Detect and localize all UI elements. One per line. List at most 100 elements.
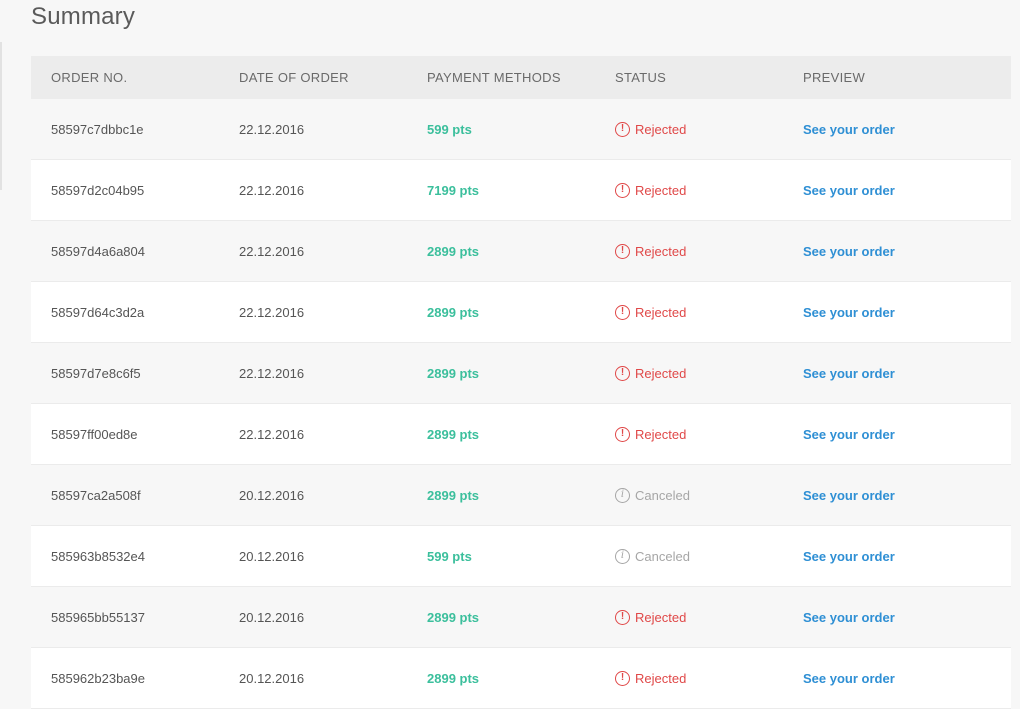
order-date-cell: 20.12.2016: [219, 586, 407, 648]
see-your-order-link[interactable]: See your order: [803, 488, 895, 503]
order-number-cell: 58597d64c3d2a: [31, 281, 219, 343]
payment-cell: 2899 pts: [407, 403, 595, 465]
preview-cell: See your order: [783, 403, 1011, 465]
order-number-cell: 58597d4a6a804: [31, 220, 219, 282]
order-date-cell: 22.12.2016: [219, 342, 407, 404]
alert-circle-icon: !: [615, 365, 630, 381]
order-number-cell-text: 58597d2c04b95: [51, 182, 145, 198]
status-badge: ! Rejected: [615, 609, 687, 625]
status-label: Rejected: [635, 426, 687, 442]
table-row: 585962b23ba9e 20.12.2016 2899 pts! Rejected…: [31, 647, 1011, 709]
order-date-cell: 20.12.2016: [219, 464, 407, 526]
payment-cell: 2899 pts: [407, 586, 595, 648]
payment-cell-text: 2899 pts: [427, 426, 480, 442]
info-circle-icon: i: [615, 548, 630, 564]
alert-circle-icon: !: [615, 670, 630, 686]
orders-body: 58597c7dbbc1e 22.12.2016 599 pts! Rejected S…: [31, 99, 1011, 709]
see-your-order-link[interactable]: See your order: [803, 671, 895, 686]
see-your-order-link[interactable]: See your order: [803, 122, 895, 137]
status-cell: ! Rejected: [595, 342, 783, 404]
preview-cell: See your order: [783, 342, 1011, 404]
status-badge: ! Rejected: [615, 121, 687, 137]
table-row: 58597d2c04b95 22.12.2016 7199 pts ! Rejected…: [31, 159, 1011, 221]
preview-cell: See your order: [783, 99, 1011, 160]
status-badge: ! Rejected: [615, 426, 687, 442]
status-label: Rejected: [635, 121, 687, 137]
order-number-cell: 585962b23ba9e: [31, 647, 219, 709]
status-label: Rejected: [635, 670, 687, 686]
payment-cell: 599 pts: [407, 99, 595, 160]
see-your-order-link[interactable]: See your order: [803, 305, 895, 320]
payment-cell-text: 2899 pts: [427, 365, 480, 381]
order-date-cell-text: 22.12.2016: [239, 121, 305, 137]
payment-cell-text: 2899 pts: [427, 304, 480, 320]
order-number-cell-text: 585963b8532e4: [51, 548, 145, 564]
order-date-cell: 20.12.2016: [219, 525, 407, 587]
see-your-order-link[interactable]: See your order: [803, 183, 895, 198]
alert-circle-icon: !: [615, 304, 630, 320]
alert-circle-icon: !: [615, 609, 630, 625]
preview-cell: See your order: [783, 220, 1011, 282]
table-row: 585965bb55137 20.12.2016 2899 pts! Rejected…: [31, 586, 1011, 648]
order-date-cell-text: 22.12.2016: [239, 243, 305, 259]
see-your-order-link[interactable]: See your order: [803, 610, 895, 625]
order-date-cell-text: 22.12.2016: [239, 304, 305, 320]
order-number-cell-text: 58597d7e8c6f5: [51, 365, 141, 381]
order-number-cell: 58597d7e8c6f5: [31, 342, 219, 404]
status-badge: ! Rejected: [615, 365, 686, 381]
header-status: STATUS: [595, 56, 783, 99]
order-number-cell-text: 585962b23ba9e: [51, 670, 145, 686]
order-number-cell-text: 58597d64c3d2a: [51, 304, 145, 320]
order-number-cell: 58597c7dbbc1e: [31, 99, 219, 160]
status-label: Rejected: [635, 243, 687, 259]
order-date-cell: 20.12.2016: [219, 647, 407, 709]
order-date-cell: 22.12.2016: [219, 403, 407, 465]
see-your-order-link[interactable]: See your order: [803, 427, 895, 442]
payment-cell-text: 2899 pts: [427, 487, 480, 503]
order-number-cell-text: 58597ca2a508f: [51, 487, 141, 503]
alert-circle-icon: !: [615, 243, 630, 259]
payment-cell-text: 599 pts: [427, 548, 472, 564]
left-divider: [0, 42, 2, 190]
order-date-cell: 22.12.2016: [219, 281, 407, 343]
table-row: 585963b8532e4 20.12.2016 599 pts i Canceled S…: [31, 525, 1011, 587]
orders-table: ORDER NO. DATE OF ORDER PAYMENT METHODS …: [31, 56, 1011, 709]
table-row: 58597d64c3d2a 22.12.2016 2899 pts! Rejected…: [31, 281, 1011, 343]
order-number-cell: 58597ca2a508f: [31, 464, 219, 526]
table-row: 58597d4a6a804 22.12.2016 2899 pts! Rejected…: [31, 220, 1011, 282]
payment-cell: 2899 pts: [407, 281, 595, 343]
preview-cell: See your order: [783, 464, 1011, 526]
alert-circle-icon: !: [615, 182, 630, 198]
table-header-row: ORDER NO. DATE OF ORDER PAYMENT METHODS …: [31, 56, 1011, 99]
status-badge: i Canceled: [615, 487, 690, 503]
see-your-order-link[interactable]: See your order: [803, 549, 895, 564]
preview-cell: See your order: [783, 586, 1011, 648]
order-date-cell-text: 20.12.2016: [239, 609, 305, 625]
header-order-no: ORDER NO.: [31, 56, 219, 99]
order-date-cell-text: 22.12.2016: [239, 182, 305, 198]
payment-cell: 7199 pts: [407, 159, 595, 221]
status-label: Canceled: [635, 487, 690, 503]
payment-cell-text: 2899 pts: [427, 609, 480, 625]
payment-cell-text: 599 pts: [427, 121, 472, 137]
status-cell: ! Rejected: [595, 586, 783, 648]
order-date-cell-text: 22.12.2016: [239, 365, 305, 381]
status-cell: ! Rejected: [595, 220, 783, 282]
order-date-cell-text: 20.12.2016: [239, 548, 305, 564]
payment-cell: 2899 pts: [407, 220, 595, 282]
status-label: Canceled: [635, 548, 690, 564]
status-label: Rejected: [635, 304, 687, 320]
payment-cell: 599 pts: [407, 525, 595, 587]
order-number-cell: 58597d2c04b95: [31, 159, 219, 221]
status-label: Rejected: [635, 609, 687, 625]
status-badge: ! Rejected: [615, 243, 687, 259]
table-row: 58597c7dbbc1e 22.12.2016 599 pts ! Rejected S…: [31, 99, 1011, 160]
see-your-order-link[interactable]: See your order: [803, 244, 895, 259]
order-date-cell: 22.12.2016: [219, 99, 407, 160]
table-row: 58597ff00ed8e 22.12.2016 2899 pts! Rejected…: [31, 403, 1011, 465]
see-your-order-link[interactable]: See your order: [803, 366, 895, 381]
status-badge: ! Rejected: [615, 182, 686, 198]
status-badge: ! Rejected: [615, 304, 687, 320]
order-date-cell: 22.12.2016: [219, 220, 407, 282]
status-cell: ! Rejected: [595, 159, 783, 221]
